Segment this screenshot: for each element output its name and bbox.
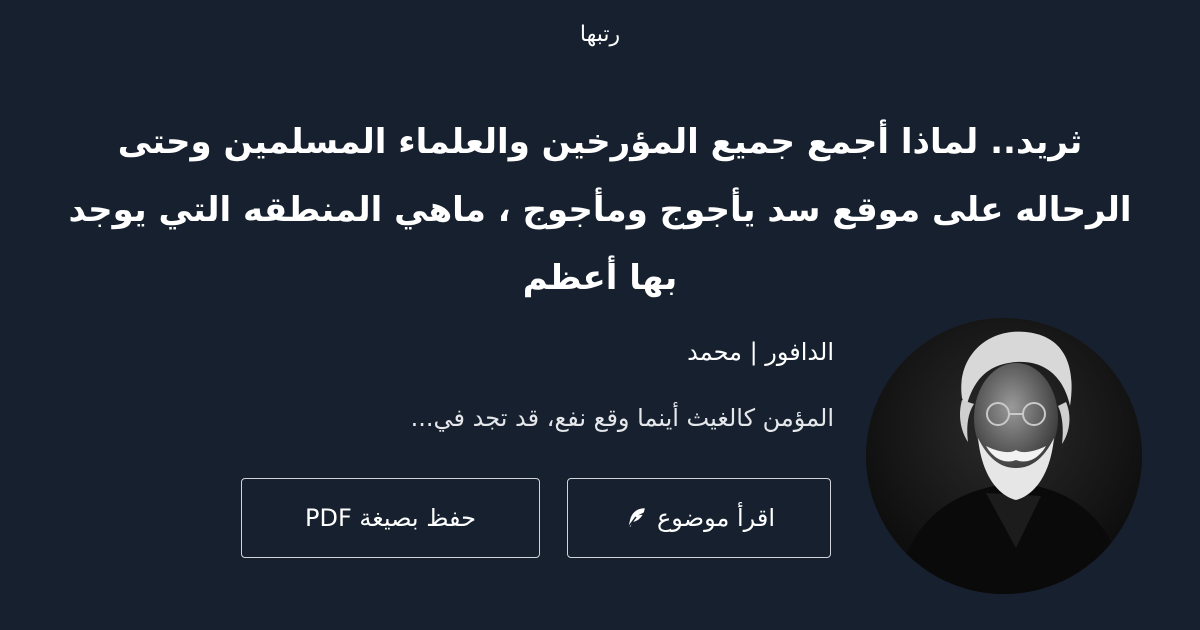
read-thread-label: اقرأ موضوع [656,504,776,532]
feather-icon [623,505,649,531]
author-avatar[interactable] [866,318,1142,594]
save-pdf-button[interactable]: حفظ بصيغة PDF [241,478,540,558]
thread-title: ثريد.. لماذا أجمع جميع المؤرخين والعلماء… [68,122,1132,298]
brand-name[interactable]: رتبها [0,22,1200,47]
author-bio: المؤمن كالغيث أينما وقع نفع، قد تجد في..… [410,404,834,432]
author-name[interactable]: الدافور | محمد [687,338,834,366]
read-thread-button[interactable]: اقرأ موضوع [567,478,831,558]
